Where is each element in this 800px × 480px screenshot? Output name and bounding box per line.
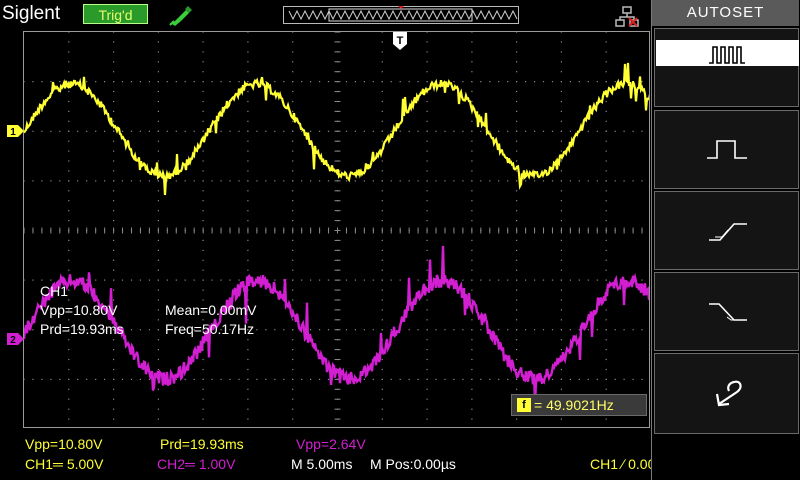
measurement-frequency: Freq=50.17Hz [165,321,255,337]
waveform-display[interactable] [23,31,650,428]
falling-edge-icon [709,303,747,321]
horizontal-position[interactable]: M Pos:0.00µs [370,455,456,473]
single-period-waveform-icon [707,140,747,159]
network-icon [614,6,640,28]
ch1-waveform-trace [24,62,649,196]
ch1-offset-marker[interactable]: 1 [7,124,27,138]
timebase-scale[interactable]: M 5.00ms [291,455,352,473]
autoset-menu: AUTOSET [651,0,800,480]
trigger-marker-label: T [397,35,404,47]
ch2-marker-label: 2 [10,335,16,345]
brand-label: Siglent [2,3,61,24]
multi-period-button[interactable] [654,28,799,107]
rising-edge-button[interactable] [654,191,799,270]
measurement-vpp: Vpp=10.80V [40,302,118,318]
bottom-ch1-vpp: Vpp=10.80V [25,436,103,452]
frequency-counter-badge-icon: f [517,398,531,412]
return-arrow-icon [715,380,742,407]
timebase-overview-bar[interactable] [283,6,519,24]
ch1-vertical-scale[interactable]: CH1═ 5.00V [25,455,103,473]
ch2-vertical-scale[interactable]: CH2═ 1.00V [157,455,235,473]
frequency-counter-value: = 49.9021Hz [534,397,614,413]
measurement-channel-title: CH1 [40,283,69,299]
falling-edge-button[interactable] [654,272,799,351]
single-period-button[interactable] [654,110,799,189]
ch1-marker-label: 1 [10,127,16,137]
back-button[interactable] [654,353,799,434]
bottom-ch1-period: Prd=19.93ms [160,436,244,452]
measurement-mean: Mean=0.00mV [165,302,257,318]
trigger-status-badge: Trig'd [83,4,148,24]
trigger-position-marker-icon[interactable]: T [393,32,407,50]
measurement-panel: CH1 Vpp=10.80V Mean=0.00mV Prd=19.93ms F… [40,282,256,339]
frequency-counter: f = 49.9021Hz [511,394,647,416]
measurement-period: Prd=19.93ms [40,321,124,337]
rising-edge-icon [709,223,747,241]
bottom-ch2-vpp: Vpp=2.64V [296,436,366,452]
probe-icon [168,4,194,26]
ch2-offset-marker[interactable]: 2 [7,332,27,346]
menu-title: AUTOSET [652,0,799,26]
